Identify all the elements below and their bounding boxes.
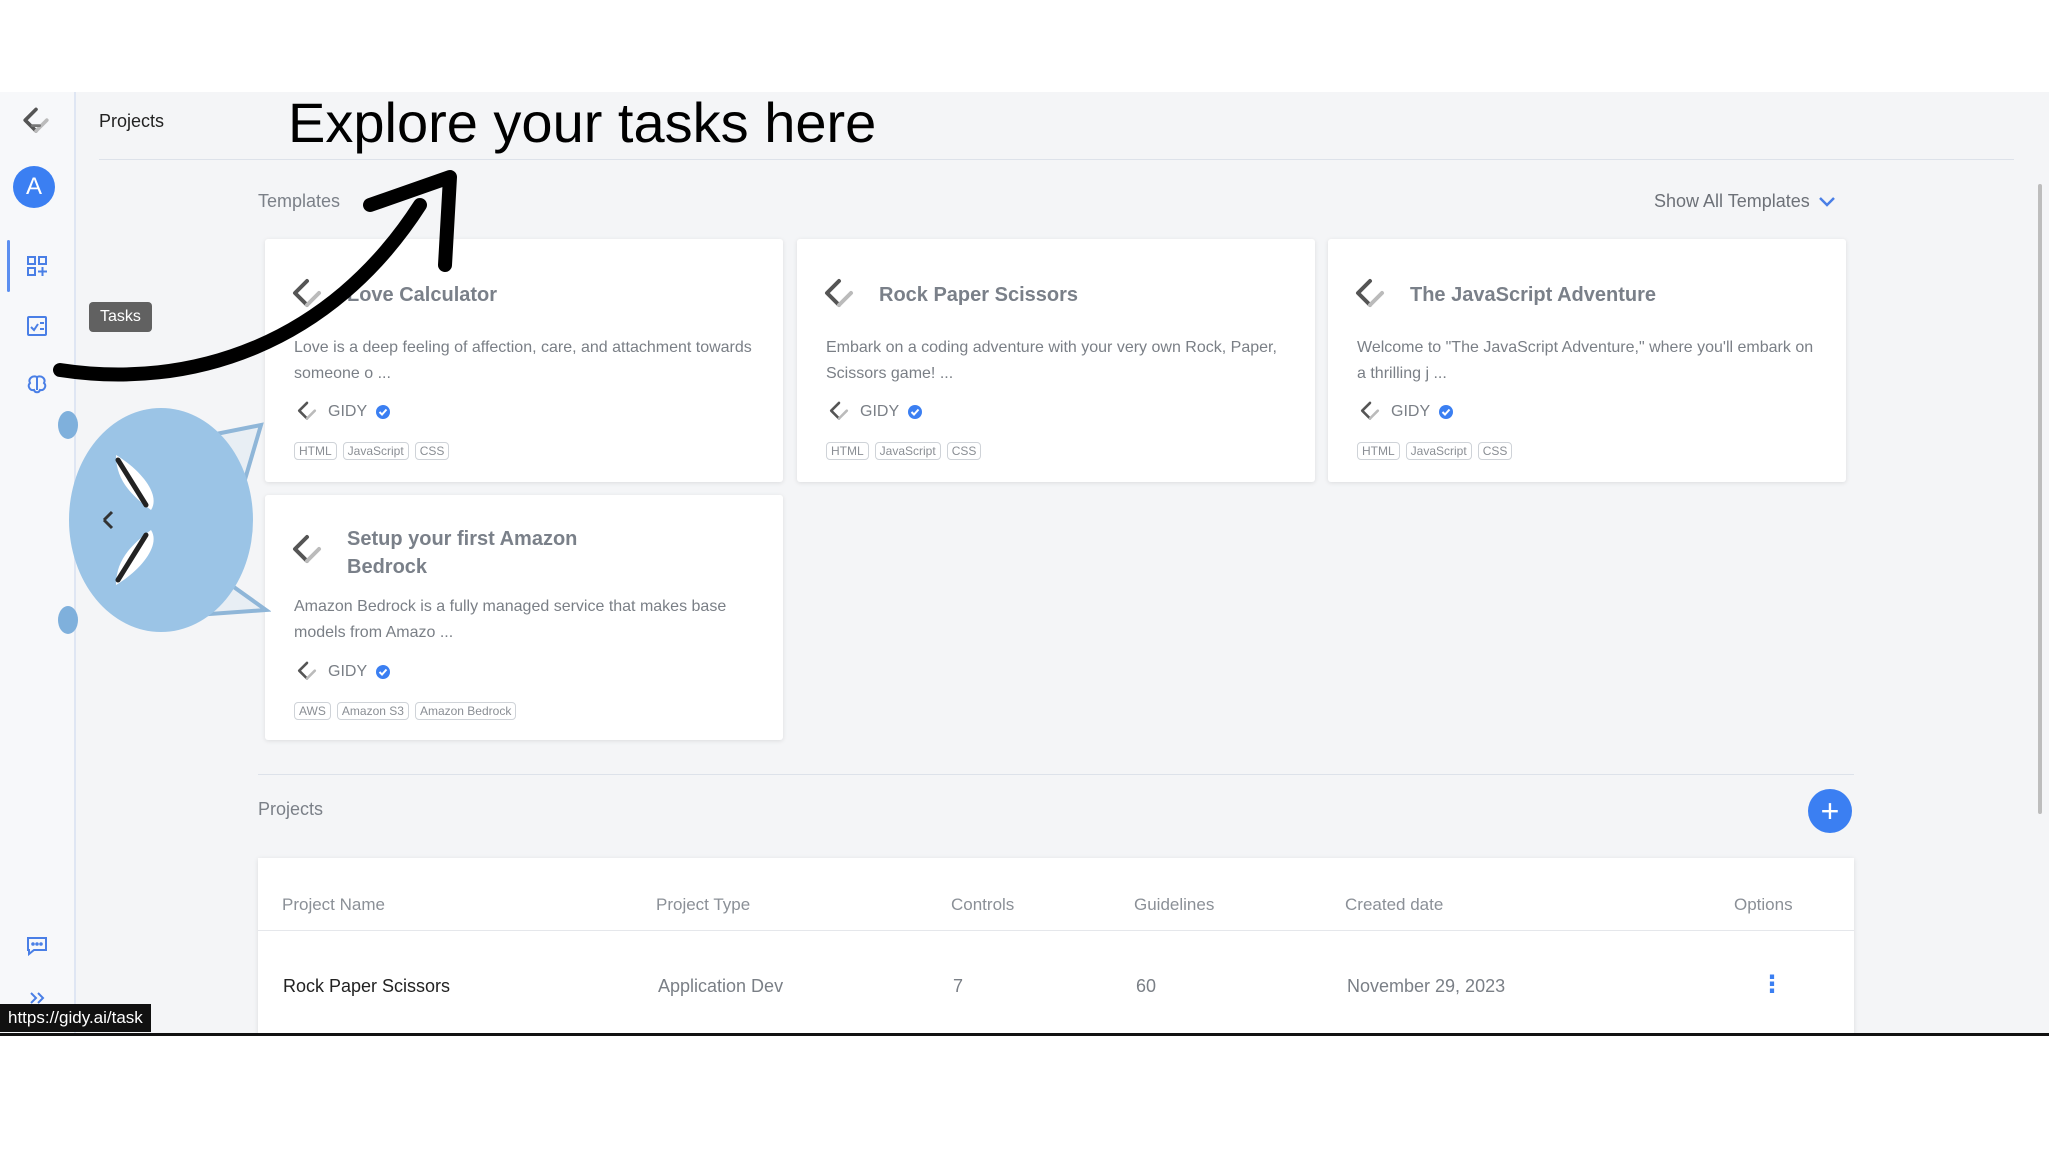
owner-name: GIDY — [860, 403, 900, 420]
project-controls: 7 — [953, 976, 964, 996]
url-status-bar: https://gidy.ai/task — [0, 1004, 151, 1032]
gidy-logo-icon — [829, 401, 849, 420]
column-header[interactable]: Controls — [951, 895, 1014, 915]
show-all-templates-button[interactable]: Show All Templates — [1654, 191, 1836, 212]
template-title[interactable]: Rock Paper Scissors — [879, 281, 1279, 309]
template-description: Welcome to "The JavaScript Adventure," w… — [1357, 339, 1814, 382]
tag: CSS — [1477, 442, 1513, 460]
tag: Amazon S3 — [336, 702, 409, 720]
template-card[interactable]: Setup your first Amazon Bedrock Amazon B… — [265, 495, 783, 740]
tag-list: HTML JavaScript CSS — [826, 442, 982, 460]
arrow-icon — [53, 170, 457, 382]
tag: HTML — [826, 442, 869, 460]
chevron-down-icon — [1818, 196, 1835, 207]
header-divider — [99, 159, 2014, 160]
template-owner: GIDY — [826, 399, 923, 425]
show-all-templates-label: Show All Templates — [1654, 191, 1810, 211]
owner-name: GIDY — [328, 663, 368, 680]
active-indicator — [7, 240, 10, 292]
projects-label: Projects — [258, 799, 324, 819]
tag: JavaScript — [874, 442, 941, 460]
template-description: Amazon Bedrock is a fully managed servic… — [294, 598, 727, 641]
gidy-logo-icon — [297, 661, 317, 680]
project-name[interactable]: Rock Paper Scissors — [283, 976, 450, 997]
overlay-headline: Explore your tasks here — [288, 91, 877, 154]
template-title[interactable]: The JavaScript Adventure — [1410, 281, 1810, 309]
verified-badge-icon — [1439, 405, 1454, 419]
column-header[interactable]: Project Name — [282, 895, 385, 915]
project-type: Application Dev — [658, 976, 784, 996]
column-header[interactable]: Project Type — [656, 895, 750, 915]
tag: HTML — [294, 442, 337, 460]
tag: CSS — [414, 442, 450, 460]
template-owner: GIDY — [294, 399, 391, 425]
tag-list: HTML JavaScript CSS — [294, 442, 450, 460]
projects-table: Project Name Project Type Controls Guide… — [258, 858, 1854, 1035]
table-header-divider — [258, 930, 1854, 931]
column-header: Options — [1734, 895, 1793, 914]
tag: JavaScript — [342, 442, 409, 460]
tag: HTML — [1357, 442, 1400, 460]
gidy-logo-icon — [297, 401, 317, 420]
tag: CSS — [946, 442, 982, 460]
owner-name: GIDY — [328, 403, 368, 420]
verified-badge-icon — [908, 405, 923, 419]
owner-name: GIDY — [1391, 403, 1431, 420]
verified-badge-icon — [376, 405, 391, 419]
page-title: Projects — [99, 111, 165, 131]
scrollbar[interactable] — [2038, 184, 2042, 814]
tag-list: HTML JavaScript CSS — [1357, 442, 1513, 460]
projects-divider — [258, 774, 1854, 775]
tasks-tooltip: Tasks — [89, 302, 152, 332]
gidy-logo-icon — [1360, 401, 1380, 420]
tag: Amazon Bedrock — [414, 702, 517, 720]
options-menu-icon[interactable]: ⋮ — [1760, 970, 1784, 999]
template-description: Embark on a coding adventure with your v… — [826, 339, 1277, 382]
column-header[interactable]: Guidelines — [1134, 895, 1214, 915]
tag: AWS — [294, 702, 331, 720]
mascot-cat-icon — [58, 408, 271, 634]
add-project-button[interactable]: + — [1808, 789, 1852, 833]
chat-icon[interactable] — [21, 930, 53, 962]
template-owner: GIDY — [1357, 399, 1454, 425]
gidy-logo-icon — [1356, 279, 1384, 307]
template-card[interactable]: The JavaScript Adventure Welcome to "The… — [1328, 239, 1846, 482]
gidy-logo-icon — [825, 279, 853, 307]
tag: JavaScript — [1405, 442, 1472, 460]
template-card[interactable]: Rock Paper Scissors Embark on a coding a… — [797, 239, 1315, 482]
verified-badge-icon — [376, 665, 391, 679]
project-guidelines: 60 — [1136, 976, 1157, 996]
template-title[interactable]: Setup your first Amazon Bedrock — [347, 525, 607, 581]
column-header[interactable]: Created date — [1345, 895, 1443, 915]
gidy-logo-icon — [293, 535, 321, 563]
project-created-date: November 29, 2023 — [1347, 976, 1506, 996]
gidy-logo-icon[interactable] — [16, 102, 56, 142]
tag-list: AWS Amazon S3 Amazon Bedrock — [294, 702, 517, 720]
template-owner: GIDY — [294, 659, 391, 685]
frame-border — [0, 1033, 2049, 1036]
